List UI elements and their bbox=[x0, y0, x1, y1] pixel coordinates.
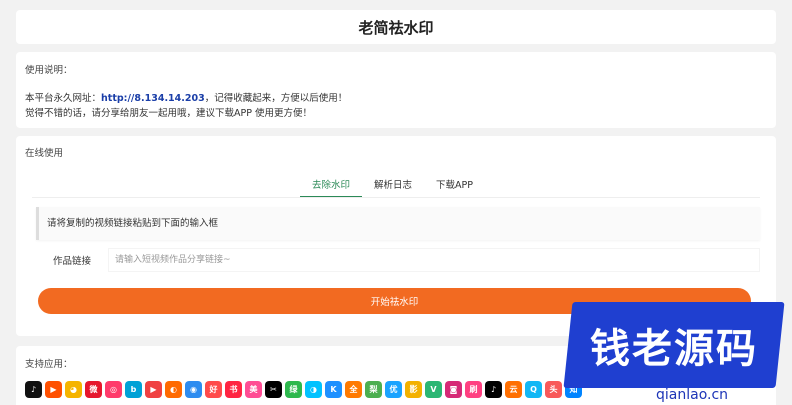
share-tip-line: 觉得不错的话，请分享给朋友一起用哦，建议下载APP 使用更方便！ bbox=[25, 108, 312, 119]
permanent-url-line: 本平台永久网址：http://8.134.14.203，记得收藏起来，方便以后使… bbox=[25, 90, 347, 104]
supported-apps-label: 支持应用： bbox=[25, 359, 73, 370]
tab-parse-log[interactable]: 解析日志 bbox=[362, 178, 424, 198]
toutiao-icon: 头 bbox=[545, 381, 562, 398]
momo-icon: ◑ bbox=[305, 381, 322, 398]
pear-icon: 梨 bbox=[365, 381, 382, 398]
watermark-text: 钱老源码 bbox=[590, 326, 758, 372]
tab-remove-watermark[interactable]: 去除水印 bbox=[300, 178, 363, 198]
tiktok-icon: ♪ bbox=[485, 381, 502, 398]
url-prefix: 本平台永久网址： bbox=[25, 93, 102, 104]
douyin-icon: ♪ bbox=[25, 381, 42, 398]
capcut-icon: ✂ bbox=[265, 381, 282, 398]
zuiyou-icon: ◉ bbox=[185, 381, 202, 398]
weiyun-icon: 云 bbox=[505, 381, 522, 398]
shuabao-icon: 刷 bbox=[465, 381, 482, 398]
url-suffix: ，记得收藏起来，方便以后使用！ bbox=[204, 93, 348, 104]
huoshan-icon: ◐ bbox=[165, 381, 182, 398]
link-field: 作品链接 bbox=[36, 248, 760, 272]
pipixia-icon: ◕ bbox=[65, 381, 82, 398]
meipai-icon: 美 bbox=[245, 381, 262, 398]
online-use-label: 在线使用 bbox=[25, 148, 64, 159]
weibo-icon: 微 bbox=[85, 381, 102, 398]
paste-notice: 请将复制的视频链接粘贴到下面的输入框 bbox=[36, 207, 760, 240]
app-icon-row: ♪ ▶ ◕ 微 ◎ b ▶ ◐ ◉ 好书美 ✂ 绿 ◑ K 全梨优影 V ◙ 刷 ♪ 云 Q 头知 bbox=[25, 381, 582, 398]
haokan-icon: 好 bbox=[205, 381, 222, 398]
instagram-icon: ◙ bbox=[445, 381, 462, 398]
xiaohongshu-icon: 书 bbox=[225, 381, 242, 398]
xiaoying-icon: 影 bbox=[405, 381, 422, 398]
title-card: 老简祛水印 bbox=[16, 10, 776, 44]
tab-bar: 去除水印 解析日志 下载APP bbox=[300, 178, 485, 198]
vue-icon: V bbox=[425, 381, 442, 398]
lvzhou-icon: 绿 bbox=[285, 381, 302, 398]
tab-download-app[interactable]: 下载APP bbox=[424, 178, 485, 198]
bilibili-icon: b bbox=[125, 381, 142, 398]
instructions-label: 使用说明： bbox=[25, 65, 73, 76]
link-field-label: 作品链接 bbox=[52, 256, 91, 267]
quanmin-icon: 全 bbox=[345, 381, 362, 398]
watermark-site: qianlao.cn bbox=[656, 387, 729, 403]
weishi-icon: ◎ bbox=[105, 381, 122, 398]
permanent-url-link[interactable]: http://8.134.14.203 bbox=[101, 93, 205, 104]
tab-divider bbox=[32, 197, 760, 198]
kuaishou-icon: ▶ bbox=[45, 381, 62, 398]
kg-icon: K bbox=[325, 381, 342, 398]
link-input[interactable] bbox=[108, 248, 760, 272]
youku-icon: 优 bbox=[385, 381, 402, 398]
xigua-icon: ▶ bbox=[145, 381, 162, 398]
page-title: 老简祛水印 bbox=[358, 18, 434, 37]
qq-icon: Q bbox=[525, 381, 542, 398]
instructions-card: 使用说明： 本平台永久网址：http://8.134.14.203，记得收藏起来… bbox=[16, 52, 776, 128]
watermark-logo: 钱老源码 bbox=[563, 302, 785, 388]
